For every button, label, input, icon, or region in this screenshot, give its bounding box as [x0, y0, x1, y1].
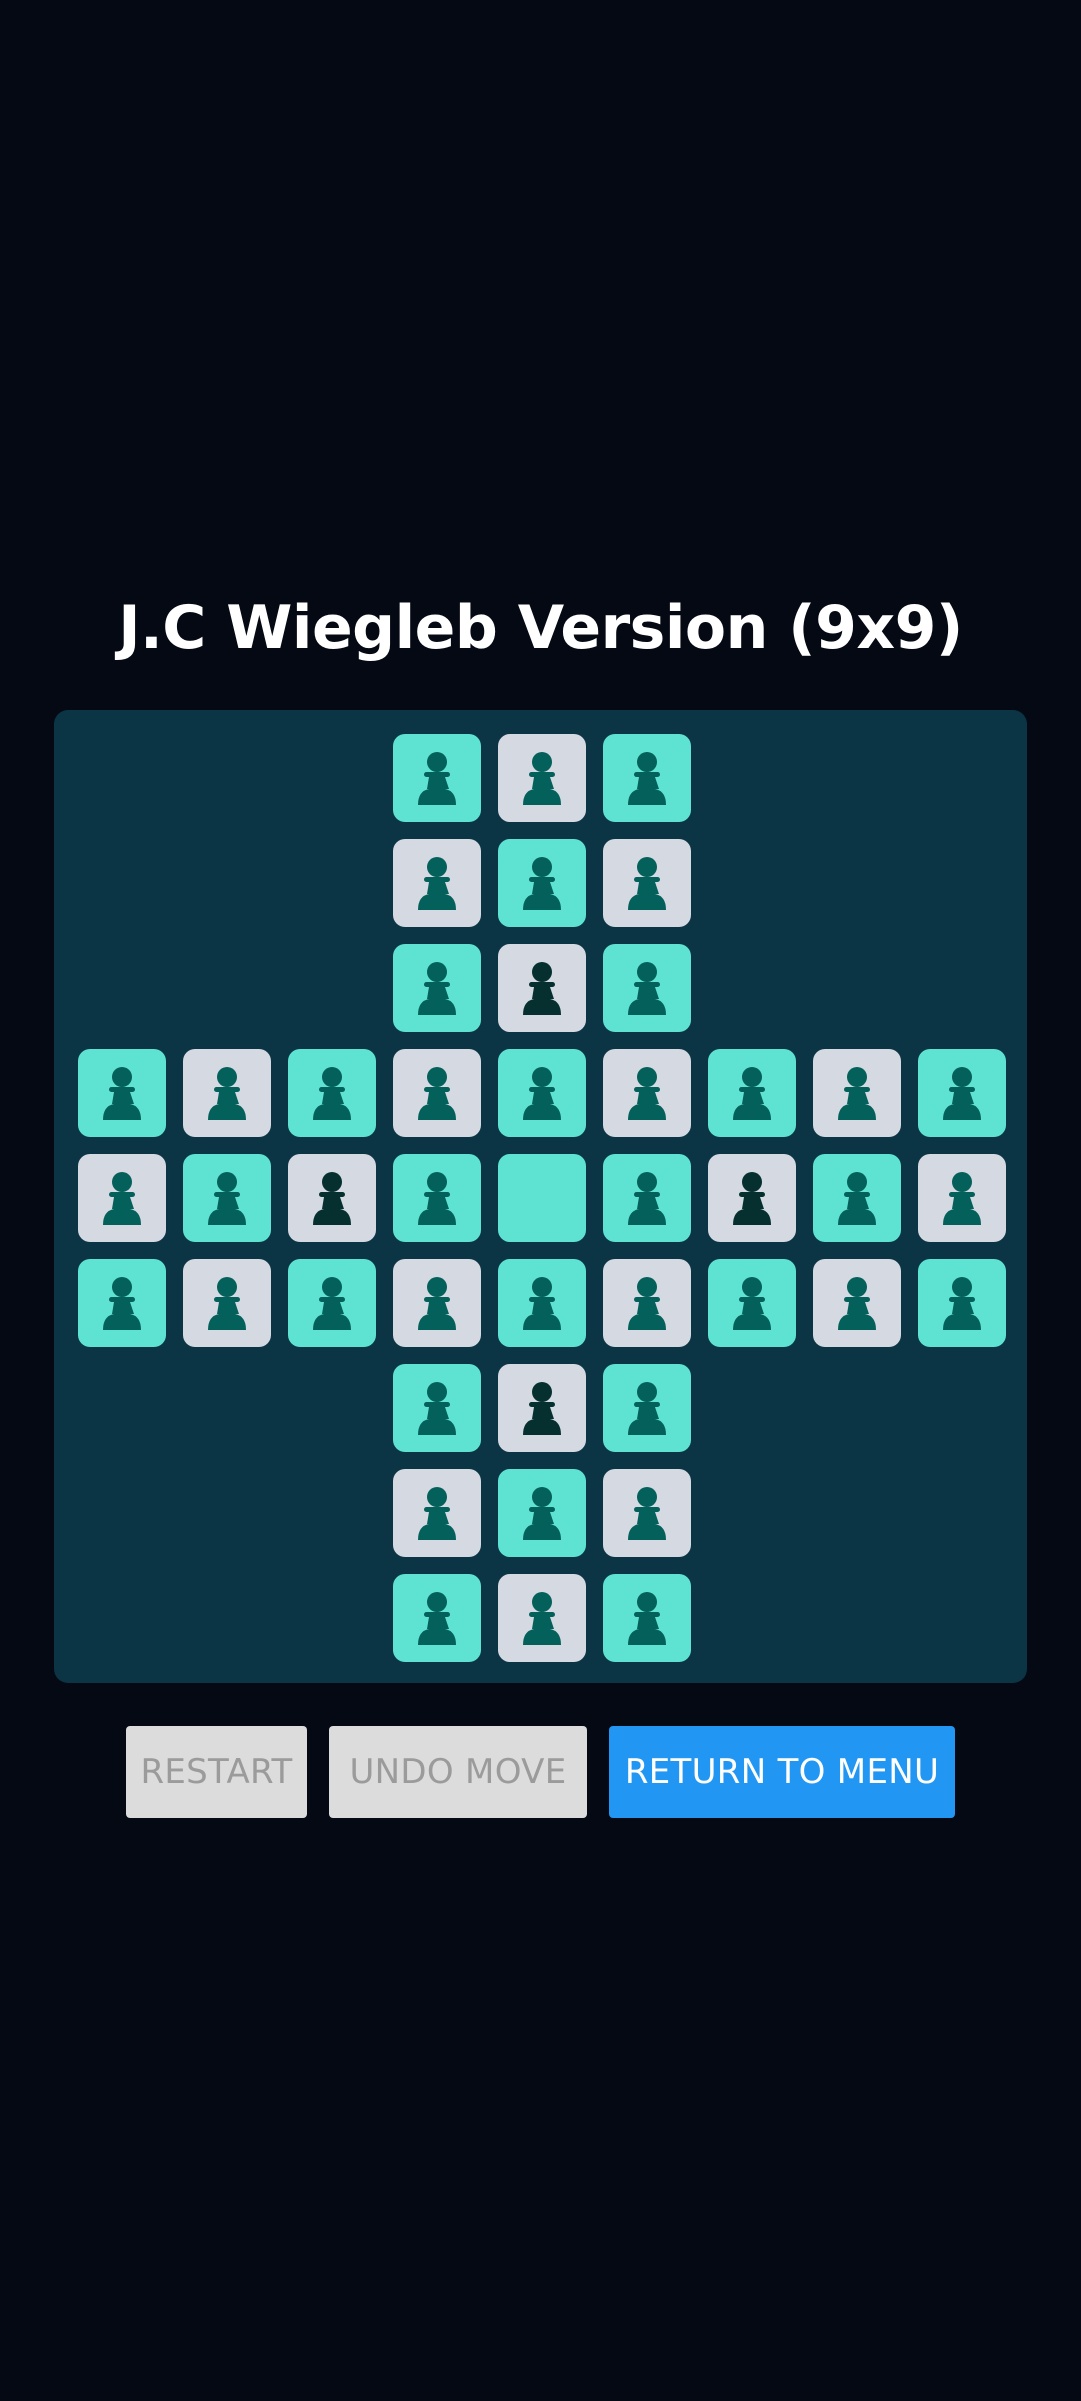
peg-cell[interactable] [813, 1259, 901, 1347]
pawn-icon [523, 962, 561, 1015]
peg-cell[interactable] [603, 1259, 691, 1347]
pawn-icon [523, 1382, 561, 1435]
peg-cell[interactable] [813, 1154, 901, 1242]
empty-hole[interactable] [498, 1154, 586, 1242]
peg-cell[interactable] [393, 1469, 481, 1557]
peg-cell[interactable] [918, 1259, 1006, 1347]
peg-cell[interactable] [393, 944, 481, 1032]
peg-cell[interactable] [183, 1049, 271, 1137]
peg-cell[interactable] [393, 839, 481, 927]
peg-cell[interactable] [183, 1259, 271, 1347]
peg-cell[interactable] [603, 1154, 691, 1242]
pawn-icon [313, 1067, 351, 1120]
game-title: J.C Wiegleb Version (9x9) [118, 593, 963, 663]
pawn-icon [418, 962, 456, 1015]
pawn-icon [103, 1067, 141, 1120]
pawn-icon [628, 1277, 666, 1330]
peg-cell[interactable] [288, 1259, 376, 1347]
peg-cell[interactable] [393, 734, 481, 822]
pawn-icon [628, 1382, 666, 1435]
pawn-icon [628, 752, 666, 805]
pawn-icon [418, 857, 456, 910]
peg-cell[interactable] [78, 1049, 166, 1137]
peg-cell[interactable] [708, 1154, 796, 1242]
pawn-icon [418, 1277, 456, 1330]
pawn-icon [208, 1067, 246, 1120]
peg-cell[interactable] [183, 1154, 271, 1242]
peg-cell[interactable] [918, 1049, 1006, 1137]
peg-cell[interactable] [498, 1469, 586, 1557]
peg-cell[interactable] [393, 1259, 481, 1347]
pawn-icon [628, 1487, 666, 1540]
peg-cell[interactable] [288, 1049, 376, 1137]
pawn-icon [628, 962, 666, 1015]
peg-solitaire-board [54, 710, 1027, 1683]
peg-cell[interactable] [498, 1259, 586, 1347]
pawn-icon [628, 857, 666, 910]
pawn-icon [838, 1172, 876, 1225]
return-to-menu-button[interactable]: RETURN TO MENU [609, 1726, 955, 1818]
pawn-icon [418, 1487, 456, 1540]
restart-button[interactable]: RESTART [126, 1726, 307, 1818]
peg-cell[interactable] [498, 1049, 586, 1137]
pawn-icon [523, 1277, 561, 1330]
peg-cell[interactable] [498, 944, 586, 1032]
pawn-icon [523, 752, 561, 805]
pawn-icon [418, 1592, 456, 1645]
pawn-icon [943, 1277, 981, 1330]
pawn-icon [208, 1172, 246, 1225]
pawn-icon [523, 1067, 561, 1120]
peg-cell[interactable] [603, 1574, 691, 1662]
pawn-icon [208, 1277, 246, 1330]
game-screen: J.C Wiegleb Version (9x9) RESTART UNDO M… [0, 0, 1081, 2401]
pawn-icon [733, 1172, 771, 1225]
peg-cell[interactable] [498, 1364, 586, 1452]
peg-cell[interactable] [78, 1259, 166, 1347]
pawn-icon [418, 752, 456, 805]
action-buttons: RESTART UNDO MOVE RETURN TO MENU [0, 1726, 1081, 1818]
pawn-icon [523, 1487, 561, 1540]
peg-cell[interactable] [603, 1469, 691, 1557]
peg-cell[interactable] [393, 1574, 481, 1662]
peg-cell[interactable] [813, 1049, 901, 1137]
peg-cell[interactable] [498, 839, 586, 927]
pawn-icon [523, 857, 561, 910]
pawn-icon [628, 1592, 666, 1645]
pawn-icon [943, 1172, 981, 1225]
pawn-icon [943, 1067, 981, 1120]
peg-cell[interactable] [708, 1259, 796, 1347]
pawn-icon [838, 1067, 876, 1120]
pawn-icon [103, 1172, 141, 1225]
peg-cell[interactable] [603, 1049, 691, 1137]
peg-cell[interactable] [393, 1364, 481, 1452]
peg-cell[interactable] [393, 1154, 481, 1242]
undo-move-button[interactable]: UNDO MOVE [329, 1726, 587, 1818]
peg-cell[interactable] [708, 1049, 796, 1137]
peg-cell[interactable] [603, 944, 691, 1032]
peg-cell[interactable] [603, 1364, 691, 1452]
pawn-icon [523, 1592, 561, 1645]
pawn-icon [313, 1277, 351, 1330]
pawn-icon [313, 1172, 351, 1225]
peg-cell[interactable] [603, 734, 691, 822]
pawn-icon [418, 1067, 456, 1120]
pawn-icon [418, 1172, 456, 1225]
pawn-icon [628, 1172, 666, 1225]
peg-cell[interactable] [498, 734, 586, 822]
pawn-icon [733, 1277, 771, 1330]
pawn-icon [733, 1067, 771, 1120]
pawn-icon [103, 1277, 141, 1330]
pawn-icon [418, 1382, 456, 1435]
pawn-icon [838, 1277, 876, 1330]
peg-cell[interactable] [603, 839, 691, 927]
peg-cell[interactable] [78, 1154, 166, 1242]
peg-cell[interactable] [288, 1154, 376, 1242]
peg-cell[interactable] [393, 1049, 481, 1137]
pawn-icon [628, 1067, 666, 1120]
peg-cell[interactable] [918, 1154, 1006, 1242]
peg-cell[interactable] [498, 1574, 586, 1662]
